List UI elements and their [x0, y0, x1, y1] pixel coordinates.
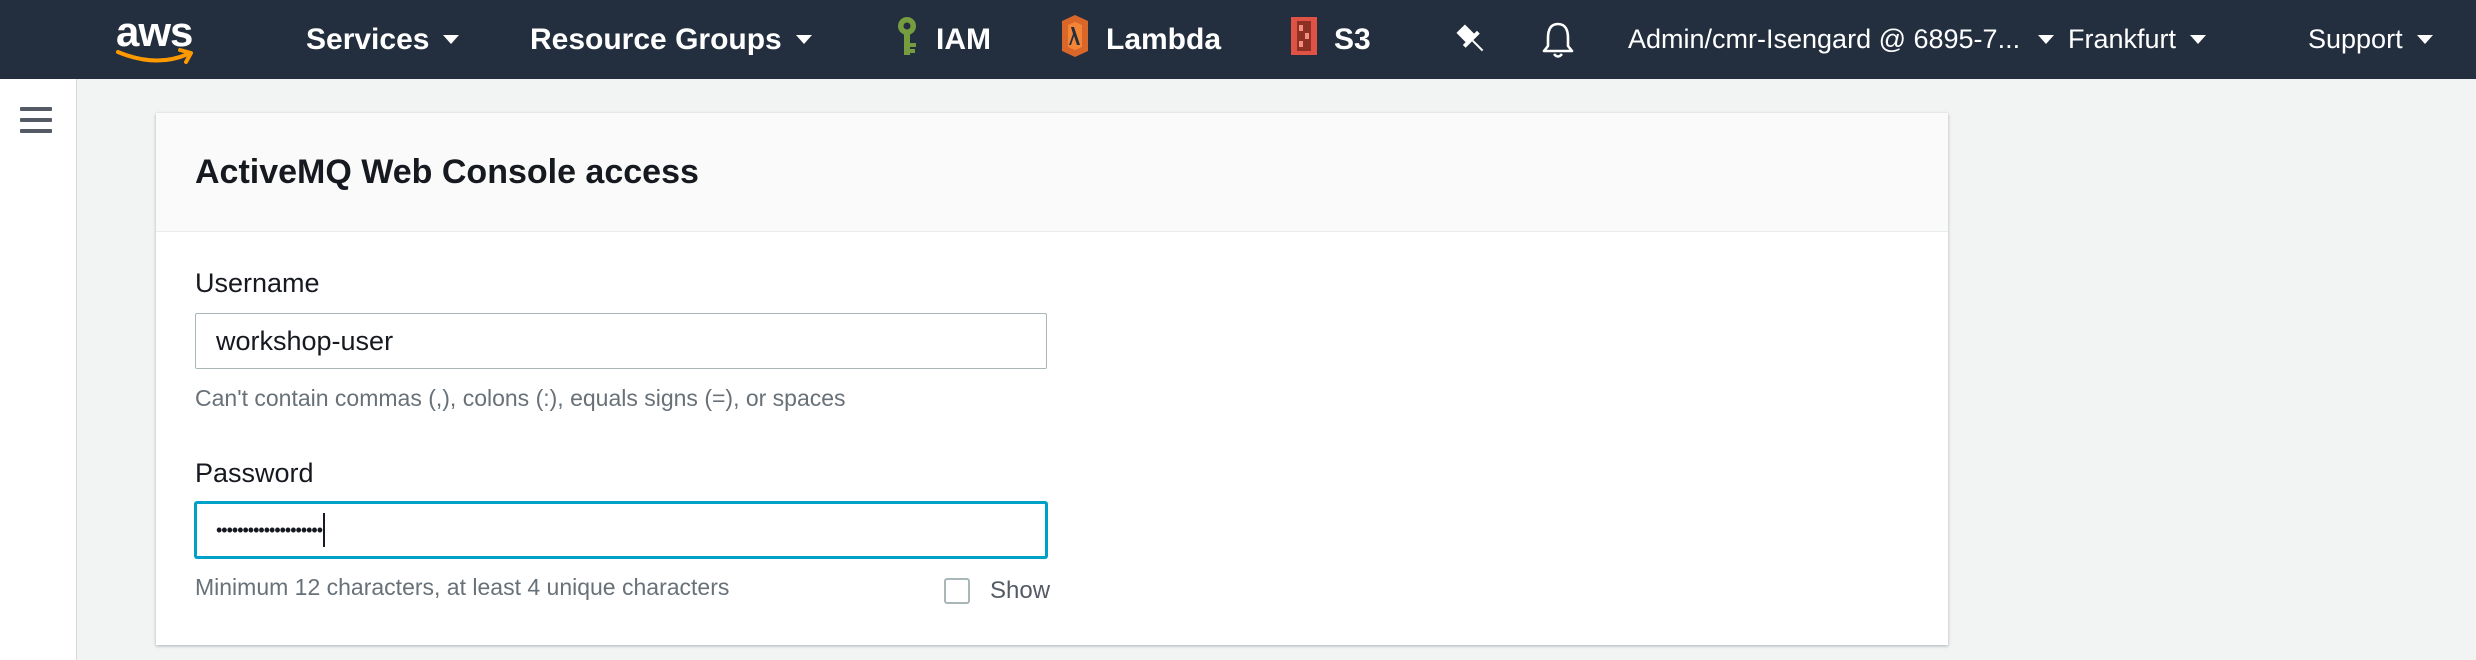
password-value: ••••••••••••••••••••: [216, 519, 323, 540]
show-password-label[interactable]: Show: [990, 577, 1050, 605]
username-value: workshop-user: [216, 325, 394, 356]
account-menu[interactable]: Admin/cmr-Isengard @ 6895-7...: [1628, 0, 2055, 79]
services-menu[interactable]: Services: [306, 0, 460, 79]
resource-groups-label: Resource Groups: [530, 22, 782, 56]
account-label: Admin/cmr-Isengard @ 6895-7...: [1628, 24, 2021, 54]
web-console-access-panel: ActiveMQ Web Console access Username wor…: [156, 113, 1948, 645]
chevron-down-icon: [795, 35, 812, 44]
services-label: Services: [306, 22, 430, 56]
pin-icon: [1456, 24, 1484, 52]
iam-label: IAM: [936, 22, 991, 56]
username-field[interactable]: workshop-user: [195, 313, 1047, 369]
pinned-service-s3[interactable]: S3: [1288, 0, 1371, 79]
password-hint: Minimum 12 characters, at least 4 unique…: [195, 574, 730, 600]
aws-logo[interactable]: aws: [114, 8, 204, 70]
chevron-down-icon: [2038, 35, 2055, 44]
pinned-service-iam[interactable]: IAM: [892, 0, 991, 79]
support-label: Support: [2308, 24, 2403, 54]
chevron-down-icon: [443, 35, 460, 44]
top-navigation: aws Services Resource Groups IAM Lambda …: [0, 0, 2476, 79]
username-hint: Can't contain commas (,), colons (:), eq…: [195, 385, 846, 411]
chevron-down-icon: [2190, 35, 2207, 44]
show-password-checkbox[interactable]: [944, 578, 970, 604]
password-field[interactable]: ••••••••••••••••••••: [195, 502, 1047, 558]
sidebar: [0, 79, 77, 660]
pin-button[interactable]: [1450, 18, 1494, 62]
resource-groups-menu[interactable]: Resource Groups: [530, 0, 812, 79]
menu-icon[interactable]: [20, 107, 52, 133]
text-cursor: [323, 513, 326, 547]
chevron-down-icon: [2416, 35, 2433, 44]
password-label: Password: [195, 458, 314, 488]
panel-title: ActiveMQ Web Console access: [195, 153, 699, 191]
aws-smile-icon: [116, 48, 193, 64]
support-menu[interactable]: Support: [2308, 0, 2433, 79]
panel-header: ActiveMQ Web Console access: [156, 113, 1948, 232]
pinned-service-lambda[interactable]: Lambda: [1058, 0, 1221, 79]
s3-label: S3: [1334, 22, 1371, 56]
username-label: Username: [195, 268, 320, 298]
lambda-icon: [1058, 14, 1092, 65]
region-label: Frankfurt: [2068, 24, 2177, 54]
bell-icon: [1542, 22, 1574, 58]
s3-icon: [1288, 15, 1320, 65]
region-menu[interactable]: Frankfurt: [2068, 0, 2207, 79]
iam-icon: [892, 15, 922, 65]
notifications-button[interactable]: [1536, 18, 1580, 62]
lambda-label: Lambda: [1106, 22, 1222, 56]
